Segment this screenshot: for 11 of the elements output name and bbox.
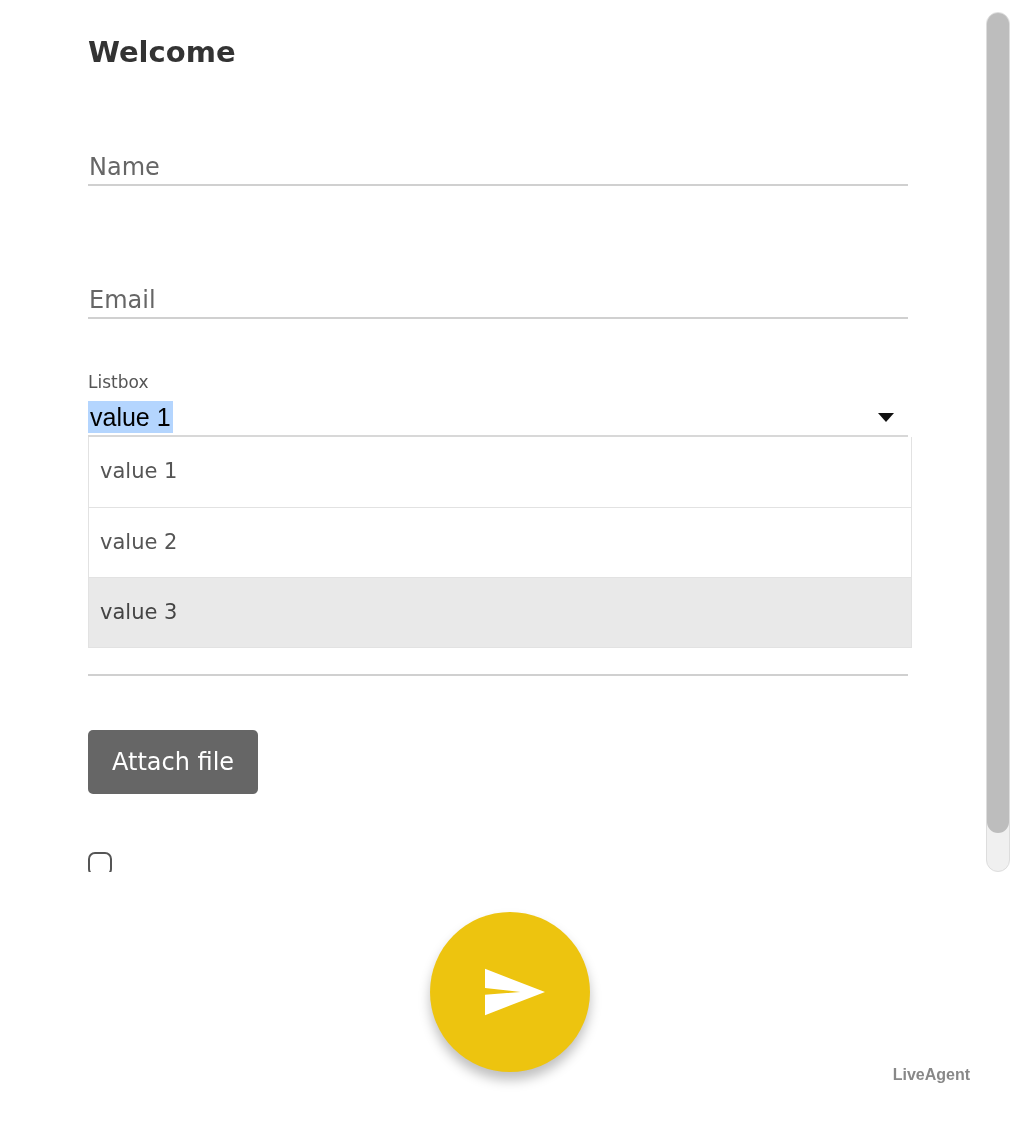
input-field[interactable]: Name xyxy=(88,152,908,186)
send-button[interactable] xyxy=(430,912,590,1072)
brand-label: LiveAgent xyxy=(892,1066,970,1084)
caret-icon xyxy=(878,412,894,422)
attach-file-button[interactable]: Attach file xyxy=(88,730,259,794)
dropdown-option[interactable]: value 3 xyxy=(89,577,911,647)
form-title: Welcome xyxy=(88,34,237,71)
input-field[interactable]: Email xyxy=(88,285,908,319)
field-label: Listbox xyxy=(88,371,150,393)
send-icon xyxy=(485,967,545,1017)
checkbox[interactable] xyxy=(88,852,112,872)
